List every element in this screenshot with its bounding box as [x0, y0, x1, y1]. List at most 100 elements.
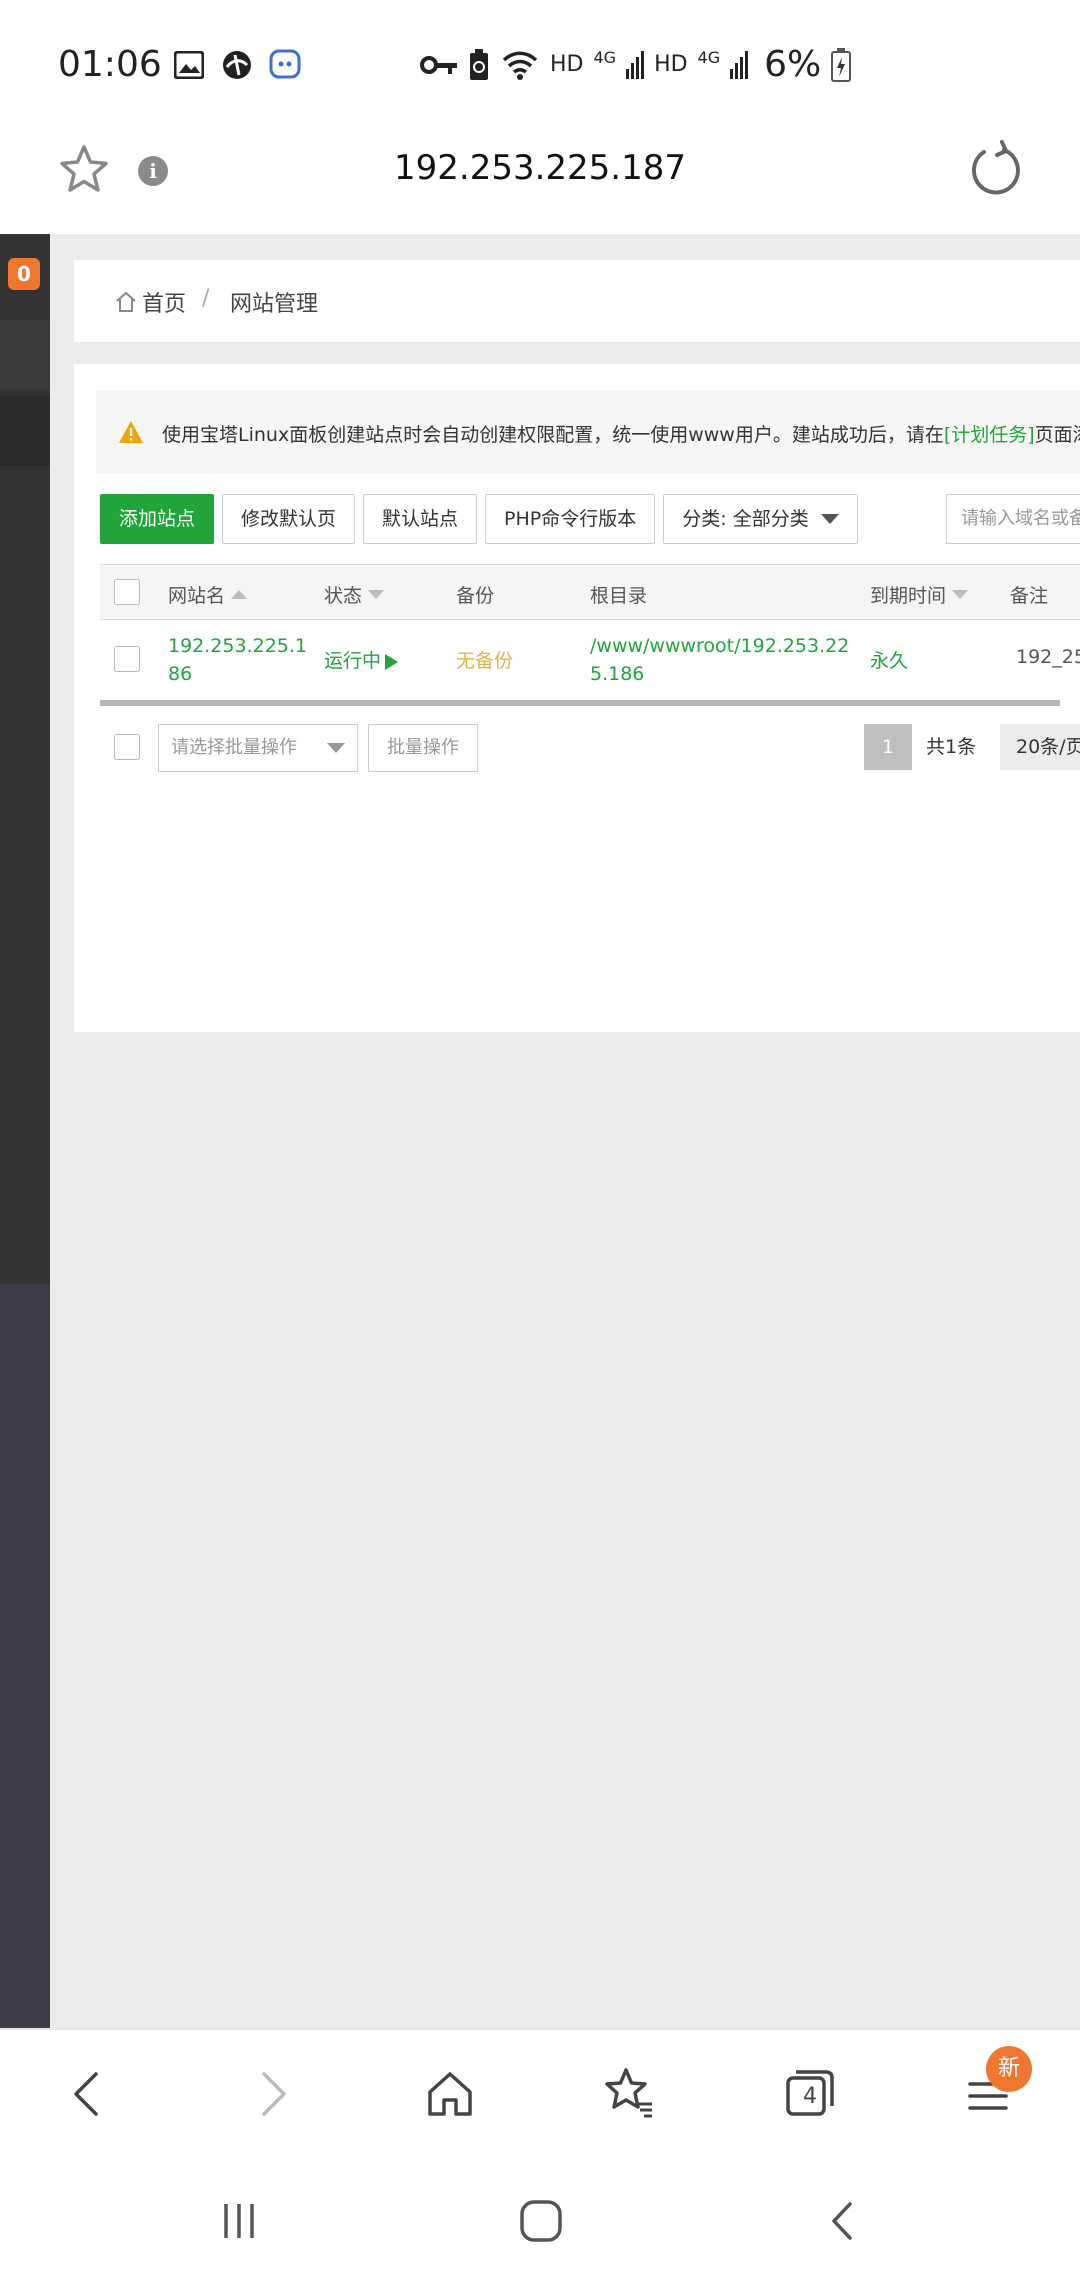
battery-percent: 6% [764, 44, 822, 85]
root-dir-line-2: 5.186 [590, 663, 645, 685]
app-notification-icon [220, 48, 254, 82]
home-nav-icon[interactable] [516, 2196, 566, 2246]
forward-button[interactable] [242, 2064, 302, 2124]
row-checkbox[interactable] [114, 646, 140, 672]
signal-icon [626, 50, 645, 79]
browser-bottom-nav: 4 新 [0, 2028, 1080, 2158]
column-expire-label: 到期时间 [870, 585, 947, 607]
wifi-icon [502, 51, 538, 80]
network-hd-label: HD [550, 52, 584, 77]
url-address[interactable]: 192.253.225.187 [0, 148, 1080, 188]
tabs-count: 4 [803, 2084, 817, 2109]
table-footer: 请选择批量操作 批量操作 1 共1条 20条/页 [100, 724, 1080, 776]
pagination-current-page[interactable]: 1 [864, 724, 912, 770]
notification-icons [172, 48, 302, 82]
add-site-button[interactable]: 添加站点 [100, 494, 215, 544]
status-time: 01:06 [58, 44, 162, 85]
column-backup-label: 备份 [456, 585, 495, 607]
left-sidebar: 0 [0, 234, 50, 2028]
breadcrumb-separator: / [202, 286, 210, 311]
breadcrumb-home-link[interactable]: 首页 [142, 286, 186, 318]
footer-select-all-checkbox[interactable] [114, 734, 140, 760]
notice-text: 使用宝塔Linux面板创建站点时会自动创建权限配置，统一使用www用户。建站成功… [162, 420, 1080, 447]
site-management-panel: 使用宝塔Linux面板创建站点时会自动创建权限配置，统一使用www用户。建站成功… [74, 364, 1080, 1032]
warning-icon [118, 420, 144, 444]
column-root-dir-label: 根目录 [590, 585, 648, 607]
sidebar-item-active[interactable] [0, 396, 50, 466]
caret-down-icon [820, 514, 839, 524]
reload-icon[interactable] [966, 140, 1026, 200]
home-icon[interactable] [114, 290, 138, 314]
expire-link[interactable]: 永久 [870, 646, 908, 673]
bookmarks-button[interactable] [600, 2064, 660, 2124]
menu-new-badge: 新 [986, 2046, 1032, 2092]
notice-text-end: 页面添 [1034, 424, 1080, 446]
batch-select-placeholder: 请选择批量操作 [171, 737, 297, 758]
sort-down-icon [368, 590, 385, 599]
breadcrumb-current: 网站管理 [230, 292, 319, 317]
php-cli-version-button[interactable]: PHP命令行版本 [485, 494, 656, 544]
search-input[interactable]: 请输入域名或备注 [946, 494, 1080, 544]
system-nav-bar [0, 2158, 1080, 2280]
battery-saver-icon [470, 48, 488, 80]
default-site-button[interactable]: 默认站点 [363, 494, 478, 544]
column-backup: 备份 [456, 581, 494, 608]
column-remark: 备注 [1010, 581, 1048, 608]
back-nav-icon[interactable] [818, 2196, 868, 2246]
column-site-name[interactable]: 网站名 [168, 581, 248, 608]
column-site-name-label: 网站名 [168, 585, 226, 607]
chat-app-icon [268, 48, 302, 82]
browser-url-bar: i 192.253.225.187 [0, 120, 1080, 354]
category-select-value: 分类: 全部分类 [682, 508, 809, 530]
select-all-checkbox[interactable] [114, 579, 140, 605]
sidebar-item[interactable] [0, 320, 50, 390]
recent-apps-icon[interactable] [214, 2196, 264, 2246]
network-4g-label-2: 4G [697, 48, 721, 67]
back-button[interactable] [58, 2064, 118, 2124]
status-indicators: HD 4G HD 4G 6% [420, 44, 852, 85]
gallery-icon [172, 48, 206, 82]
remark-field[interactable]: 192_25 [1016, 646, 1080, 668]
column-expire[interactable]: 到期时间 [870, 581, 969, 608]
column-root-dir: 根目录 [590, 581, 647, 608]
tabs-button[interactable]: 4 [780, 2064, 840, 2124]
category-select[interactable]: 分类: 全部分类 [663, 494, 858, 544]
page-size-value: 20条/页 [1016, 736, 1080, 758]
column-status[interactable]: 状态 [324, 581, 385, 608]
pagination-total: 共1条 [926, 736, 977, 758]
breadcrumb: 首页 / 网站管理 [74, 260, 1080, 342]
batch-operation-button[interactable]: 批量操作 [368, 724, 478, 772]
column-remark-label: 备注 [1010, 585, 1049, 607]
network-hd-label-2: HD [654, 52, 688, 77]
vpn-key-icon [420, 55, 457, 74]
home-button[interactable] [420, 2064, 480, 2124]
site-toolbar: 添加站点 修改默认页 默认站点 PHP命令行版本 分类: 全部分类 [100, 494, 858, 546]
site-name-link[interactable]: 192.253.225.1 86 [168, 632, 307, 688]
notice-text-start: 使用宝塔Linux面板创建站点时会自动创建权限配置，统一使用www用户。建站成功… [162, 424, 944, 446]
site-status-toggle[interactable]: 运行中 [324, 646, 399, 673]
caret-down-icon [327, 743, 345, 753]
site-status-text: 运行中 [324, 650, 382, 672]
site-name-line-2: 86 [168, 663, 193, 685]
signal-icon-2 [730, 50, 749, 79]
edit-default-page-button[interactable]: 修改默认页 [222, 494, 356, 544]
battery-charging-icon [831, 47, 852, 82]
sidebar-menu-area [0, 234, 50, 1284]
notice-banner: 使用宝塔Linux面板创建站点时会自动创建权限配置，统一使用www用户。建站成功… [96, 390, 1080, 474]
page-size-select[interactable]: 20条/页 [1000, 724, 1080, 770]
sort-up-icon [231, 590, 248, 599]
root-dir-link[interactable]: /www/wwwroot/192.253.22 5.186 [590, 632, 849, 688]
page-viewport: 0 首页 / 网站管理 使用宝塔Linux面板创建站点时会自动创建权限配置，统一… [0, 234, 1080, 2028]
site-name-line-1: 192.253.225.1 [168, 635, 308, 657]
column-status-label: 状态 [324, 585, 363, 607]
batch-operation-select[interactable]: 请选择批量操作 [158, 724, 358, 772]
table-horizontal-scrollbar[interactable] [100, 700, 1060, 706]
table-row: 192.253.225.1 86 运行中 无备份 /www/wwwroot/19… [100, 620, 1080, 700]
sidebar-message-badge[interactable]: 0 [8, 258, 40, 290]
backup-link[interactable]: 无备份 [456, 646, 513, 673]
root-dir-line-1: /www/wwwroot/192.253.22 [590, 635, 850, 657]
scheduled-task-link[interactable]: [计划任务] [944, 424, 1035, 446]
status-bar: 01:06 HD 4G HD 4G 6% [0, 0, 1080, 120]
site-table-header: 网站名 状态 备份 根目录 到期时间 备注 [100, 564, 1080, 620]
sort-down-icon [952, 590, 969, 599]
